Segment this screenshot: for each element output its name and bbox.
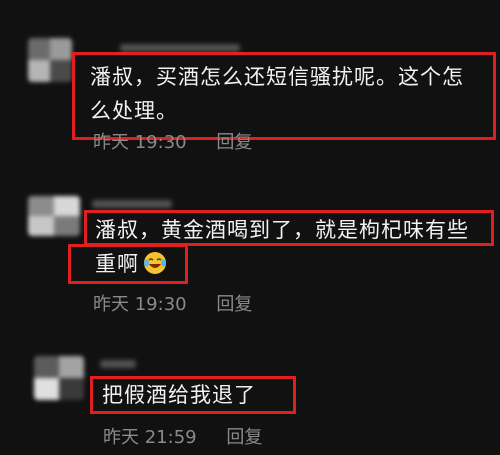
comment-text: 潘叔，黄金酒喝到了，就是枸杞味有些 重啊 (95, 213, 469, 285)
comment-line: 重啊 (95, 247, 469, 285)
reply-button[interactable]: 回复 (216, 294, 252, 315)
avatar[interactable] (28, 196, 80, 236)
timestamp: 昨天 19:30 (93, 132, 187, 153)
comment-meta: 昨天 21:59 回复 (103, 423, 262, 449)
comment-line: 潘叔，买酒怎么还短信骚扰呢。这个怎 (90, 65, 464, 89)
timestamp: 昨天 21:59 (103, 427, 197, 448)
comment-line: 么处理。 (90, 99, 178, 123)
avatar[interactable] (28, 38, 72, 82)
comment-text: 把假酒给我退了 (102, 378, 256, 412)
reply-button[interactable]: 回复 (226, 427, 262, 448)
reply-button[interactable]: 回复 (216, 132, 252, 153)
comment-meta: 昨天 19:30 回复 (93, 128, 252, 154)
comment-thread: 潘叔，买酒怎么还短信骚扰呢。这个怎 么处理。 昨天 19:30 回复 潘叔，黄金… (0, 0, 500, 455)
timestamp: 昨天 19:30 (93, 294, 187, 315)
laughing-crying-emoji-icon (143, 251, 167, 285)
username-blurred[interactable] (100, 360, 136, 368)
comment-line: 潘叔，黄金酒喝到了，就是枸杞味有些 (95, 218, 469, 242)
comment-line: 把假酒给我退了 (102, 383, 256, 407)
comment-meta: 昨天 19:30 回复 (93, 290, 252, 316)
username-blurred[interactable] (120, 44, 240, 52)
comment-text: 潘叔，买酒怎么还短信骚扰呢。这个怎 么处理。 (90, 60, 464, 128)
avatar[interactable] (34, 356, 84, 400)
username-blurred[interactable] (92, 200, 172, 208)
